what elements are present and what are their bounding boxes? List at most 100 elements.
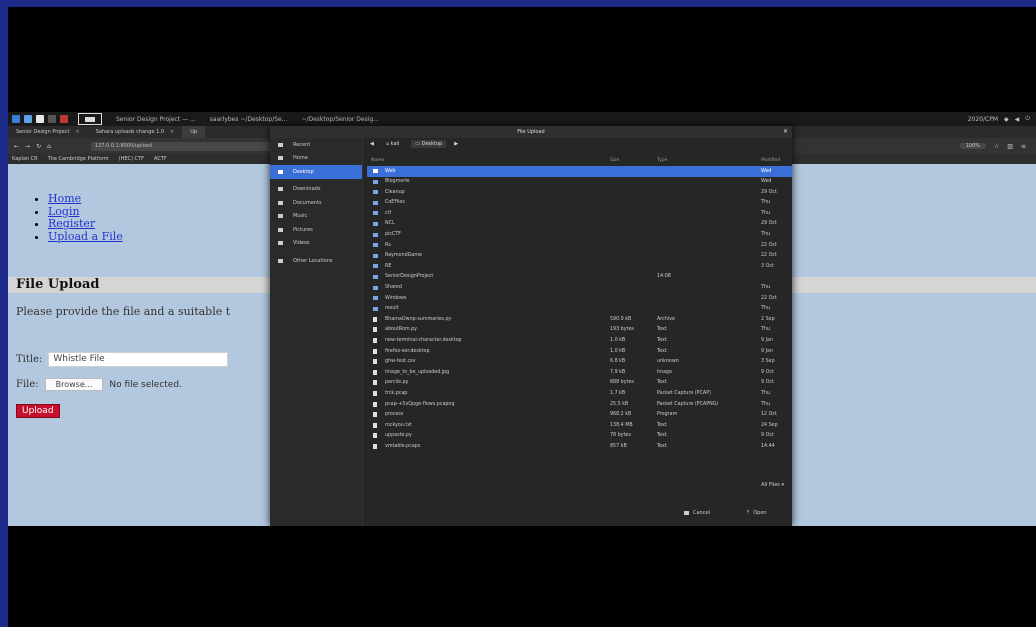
bookmark-item[interactable]: Kaplan CR: [12, 156, 38, 162]
file-row[interactable]: rockyou.txt 138.4 MB Text 24 Sep: [367, 420, 792, 431]
col-size[interactable]: Size: [610, 158, 619, 163]
forward-icon[interactable]: ▶: [454, 141, 458, 147]
nav-link-upload[interactable]: Upload a File: [48, 230, 123, 243]
folder-row[interactable]: CoEFiles Thu: [367, 198, 792, 209]
page-title: File Upload: [16, 277, 100, 292]
file-modified: 9 Jan: [761, 348, 773, 354]
sidebar-item-videos[interactable]: Videos: [270, 237, 362, 251]
file-modified: 9 Jan: [761, 338, 773, 343]
crumb-kali[interactable]: ⌂ kali: [382, 140, 403, 148]
file-row[interactable]: aboutRom.py 193 bytes Text Thu: [367, 325, 792, 336]
nav-link-home[interactable]: Home: [48, 192, 81, 205]
sidebar-item-other-locations[interactable]: Other Locations: [270, 254, 362, 268]
close-icon[interactable]: ✕: [783, 126, 788, 138]
power-icon[interactable]: ⏻: [1025, 115, 1030, 123]
col-name[interactable]: Name: [371, 158, 384, 163]
volume-icon[interactable]: ◀: [1015, 116, 1020, 123]
folder-row[interactable]: RaymondGame 22 Oct: [367, 251, 792, 262]
cancel-label: Cancel: [693, 510, 710, 516]
sidebar-item-downloads[interactable]: Downloads: [270, 183, 362, 197]
close-icon[interactable]: ✕: [170, 129, 174, 135]
task-browser[interactable]: Senior Design Project — ...: [116, 116, 196, 123]
browse-button[interactable]: Browse...: [44, 378, 104, 391]
folder-icon: [373, 221, 378, 226]
terminal-icon[interactable]: [24, 115, 32, 123]
bookmark-icon[interactable]: ☆: [994, 143, 999, 150]
tab-sahara[interactable]: Sahara uploads change 1.0 ✕: [88, 126, 183, 138]
network-icon[interactable]: ◆: [1004, 116, 1009, 123]
url-bar[interactable]: 127.0.0.1:8000/upload: [90, 141, 295, 151]
desktop-screen: Senior Design Project — ... saarlybes ~/…: [8, 112, 1036, 526]
file-row[interactable]: trck.pcap 1.7 kB Packet Capture (PCAP) Thu: [367, 388, 792, 399]
file-type-filter[interactable]: All Files ▾: [761, 482, 784, 488]
file-row[interactable]: parcile.py 688 bytes Text 9 Oct: [367, 378, 792, 389]
upload-button[interactable]: Upload: [16, 404, 60, 418]
library-icon[interactable]: ▥: [1007, 143, 1013, 150]
task-files[interactable]: ~/Desktop/Senior Desig...: [301, 116, 378, 123]
cancel-button[interactable]: Cancel: [684, 510, 710, 516]
folder-row[interactable]: Rs 22 Oct: [367, 240, 792, 251]
file-row[interactable]: new-terminal-character.desktop 1.0 kB Text…: [367, 336, 792, 347]
kali-menu-icon[interactable]: [12, 115, 20, 123]
sidebar-item-pictures[interactable]: Pictures: [270, 223, 362, 237]
folder-row[interactable]: ctf Thu: [367, 208, 792, 219]
editor-icon[interactable]: [48, 115, 56, 123]
sidebar-item-home[interactable]: Home: [270, 152, 362, 166]
sidebar-item-recent[interactable]: Recent: [270, 138, 362, 152]
tab-senior-design[interactable]: Senior Design Project ✕: [8, 126, 88, 138]
sidebar-item-desktop[interactable]: Desktop: [270, 165, 362, 179]
folder-row[interactable]: SeniorDesignProject 14:08: [367, 272, 792, 283]
reload-icon[interactable]: ↻: [36, 143, 41, 150]
place-icon: [278, 200, 283, 205]
tab-upload[interactable]: Up: [182, 126, 206, 138]
nav-link-register[interactable]: Register: [48, 217, 95, 230]
bookmark-item[interactable]: ACTF: [154, 156, 167, 162]
sidebar-item-label: Pictures: [293, 226, 313, 233]
files-icon[interactable]: [36, 115, 44, 123]
file-row[interactable]: uppaste.py 78 bytes Text 9 Oct: [367, 431, 792, 442]
col-modified[interactable]: Modified: [761, 158, 780, 163]
file-row[interactable]: BhamaOwnp-summaries.py 590.9 kB Archive 2 S…: [367, 314, 792, 325]
zoom-indicator[interactable]: 100%: [959, 143, 986, 149]
folder-row[interactable]: picCTF Thu: [367, 230, 792, 241]
crumb-desktop[interactable]: ▭ Desktop: [411, 140, 447, 148]
file-row[interactable]: ghw-test.csv 6.8 kB unknown 3 Sep: [367, 357, 792, 368]
folder-row[interactable]: Web Wed: [367, 166, 792, 177]
file-row[interactable]: process 968.2 kB Program 12 Oct: [367, 410, 792, 421]
folder-row[interactable]: Blogmerle Wed: [367, 177, 792, 188]
folder-row[interactable]: Shared Thu: [367, 283, 792, 294]
folder-row[interactable]: NCL 29 Oct: [367, 219, 792, 230]
sidebar-item-music[interactable]: Music: [270, 210, 362, 224]
file-row[interactable]: firefox-esr.desktop 1.0 kB Text 9 Jan: [367, 346, 792, 357]
file-icon: [373, 338, 377, 343]
close-icon[interactable]: ✕: [75, 129, 79, 135]
col-type[interactable]: Type: [657, 158, 667, 163]
folder-row[interactable]: Cleanup 29 Oct: [367, 187, 792, 198]
nav-link-login[interactable]: Login: [48, 205, 80, 218]
folder-icon: [373, 243, 378, 248]
workspace-switcher[interactable]: [78, 113, 102, 125]
clock: 2020/CPM: [967, 115, 998, 123]
task-terminal[interactable]: saarlybes ~/Desktop/Se...: [210, 116, 288, 123]
file-icon: [373, 348, 377, 354]
forward-icon[interactable]: →: [25, 143, 30, 150]
file-row[interactable]: pcap-+5xQpge-flows.pcapng 25.5 kB Packet C…: [367, 399, 792, 410]
bookmark-item[interactable]: (HEC) CTF: [119, 156, 144, 162]
back-icon[interactable]: ←: [14, 143, 19, 150]
open-button[interactable]: ⤒ Open: [747, 510, 767, 516]
file-row[interactable]: vmtable.pcaps 857 kB Text 14:44: [367, 441, 792, 452]
menu-icon[interactable]: ≡: [1021, 143, 1026, 150]
file-size: 968.2 kB: [610, 412, 632, 418]
bookmark-item[interactable]: The Cambridge Platform: [48, 156, 109, 162]
title-input[interactable]: Whistle File: [48, 352, 229, 367]
folder-row[interactable]: RE 3 Oct: [367, 261, 792, 272]
folder-row[interactable]: result Thu: [367, 304, 792, 315]
file-type: Program: [657, 412, 678, 418]
folder-row[interactable]: Windows 22 Oct: [367, 293, 792, 304]
home-icon[interactable]: ⌂: [47, 143, 51, 150]
browser-icon[interactable]: [60, 115, 68, 123]
file-row[interactable]: image_to_be_uploaded.jpg 7.9 kB Image 9 Oct: [367, 367, 792, 378]
sidebar-item-documents[interactable]: Documents: [270, 196, 362, 210]
back-icon[interactable]: ◀: [370, 141, 374, 147]
file-name: Blogmerle: [385, 179, 410, 185]
